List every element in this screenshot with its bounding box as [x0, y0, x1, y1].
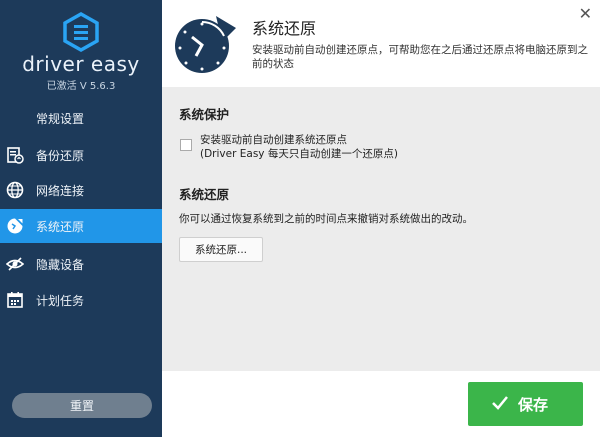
logo: driver easy 已激活 V 5.6.3	[0, 0, 162, 98]
globe-icon	[6, 181, 24, 199]
sidebar: driver easy 已激活 V 5.6.3 常规设置 备份还原 网络连接 系…	[0, 0, 162, 437]
sidebar-item-scheduled-tasks[interactable]: 计划任务	[0, 283, 162, 317]
checkbox-label-line2: (Driver Easy 每天只自动创建一个还原点)	[200, 148, 398, 160]
checkbox-label-line1: 安装驱动前自动创建系统还原点	[200, 134, 347, 146]
calendar-icon	[7, 292, 23, 308]
sidebar-item-label: 常规设置	[36, 112, 85, 126]
sidebar-item-general[interactable]: 常规设置	[0, 101, 162, 135]
sidebar-item-label: 系统还原	[36, 220, 85, 234]
system-restore-icon	[7, 218, 23, 234]
sidebar-item-hidden-devices[interactable]: 隐藏设备	[0, 247, 162, 281]
version-label: 已激活 V 5.6.3	[46, 81, 116, 92]
page-title: 系统还原	[252, 19, 317, 38]
sidebar-item-label: 计划任务	[36, 294, 85, 308]
auto-restore-point-label[interactable]: 安装驱动前自动创建系统还原点 (Driver Easy 每天只自动创建一个还原点…	[200, 133, 398, 161]
settings-content: 系统保护 安装驱动前自动创建系统还原点 (Driver Easy 每天只自动创建…	[162, 87, 600, 371]
close-icon[interactable]: ✕	[579, 4, 592, 23]
sidebar-item-label: 备份还原	[36, 149, 85, 163]
system-restore-button[interactable]: 系统还原...	[179, 237, 263, 262]
header: 系统还原 安装驱动前自动创建还原点，可帮助您在之后通过还原点将电脑还原到之前的状…	[162, 0, 600, 87]
system-restore-description: 你可以通过恢复系统到之前的时间点来撤销对系统做出的改动。	[179, 213, 473, 225]
main-panel: 系统还原 安装驱动前自动创建还原点，可帮助您在之后通过还原点将电脑还原到之前的状…	[162, 0, 600, 437]
brand-name: driver easy	[22, 52, 140, 76]
system-restore-header-icon	[175, 16, 236, 73]
reset-button[interactable]: 重置	[12, 393, 152, 418]
driver-easy-logo-icon	[63, 12, 99, 52]
sidebar-item-network[interactable]: 网络连接	[0, 173, 162, 207]
sidebar-item-label: 隐藏设备	[36, 258, 85, 272]
sidebar-item-system-restore[interactable]: 系统还原	[0, 209, 162, 243]
footer: 保存	[162, 371, 600, 437]
backup-icon	[7, 147, 24, 164]
save-button[interactable]: 保存	[468, 382, 583, 426]
auto-restore-point-checkbox[interactable]	[180, 139, 192, 151]
checkmark-icon	[492, 396, 508, 410]
system-protection-title: 系统保护	[179, 107, 230, 122]
hidden-eye-icon	[6, 257, 24, 271]
page-description: 安装驱动前自动创建还原点，可帮助您在之后通过还原点将电脑还原到之前的状态	[252, 44, 588, 70]
sidebar-item-label: 网络连接	[36, 184, 85, 198]
sidebar-item-backup[interactable]: 备份还原	[0, 138, 162, 172]
system-restore-title: 系统还原	[179, 187, 230, 202]
save-button-label: 保存	[518, 396, 549, 414]
